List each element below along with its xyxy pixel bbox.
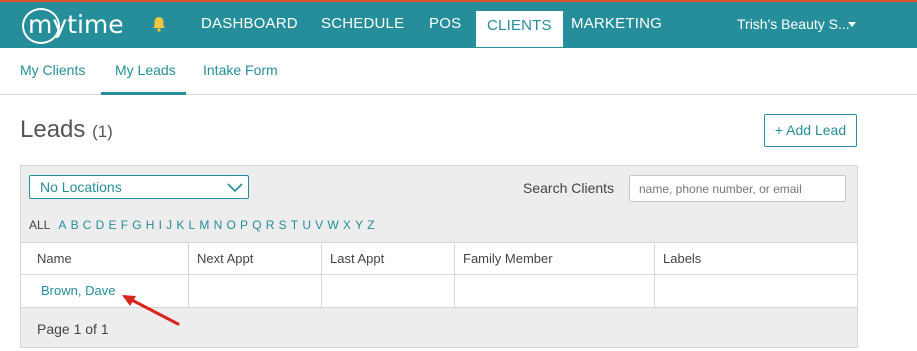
- alpha-letter[interactable]: P: [240, 218, 248, 232]
- nav-marketing[interactable]: MARKETING: [571, 2, 662, 48]
- location-select[interactable]: No Locations: [29, 175, 249, 199]
- alpha-letter[interactable]: Y: [355, 218, 363, 232]
- alpha-letter[interactable]: T: [291, 218, 298, 232]
- chevron-down-icon: [227, 183, 243, 193]
- alpha-letter[interactable]: U: [302, 218, 311, 232]
- alpha-letter[interactable]: J: [166, 218, 172, 232]
- column-header-name[interactable]: Name: [21, 243, 189, 274]
- page-title-text: Leads: [20, 116, 86, 143]
- caret-down-icon[interactable]: [848, 22, 856, 27]
- bell-icon[interactable]: [150, 15, 168, 33]
- alpha-letter[interactable]: O: [226, 218, 235, 232]
- alpha-all[interactable]: ALL: [29, 218, 50, 232]
- alpha-letter[interactable]: I: [159, 218, 162, 232]
- alpha-letter[interactable]: L: [189, 218, 196, 232]
- tab-my-leads[interactable]: My Leads: [115, 62, 176, 78]
- page-title: Leads (1): [20, 116, 113, 144]
- column-header-next-appt[interactable]: Next Appt: [189, 243, 322, 274]
- alpha-letter[interactable]: Q: [252, 218, 261, 232]
- active-tab-indicator: [101, 92, 186, 95]
- alpha-letter[interactable]: K: [176, 218, 184, 232]
- sub-navbar: My Clients My Leads Intake Form: [0, 48, 917, 95]
- alpha-letter[interactable]: D: [96, 218, 105, 232]
- nav-schedule[interactable]: SCHEDULE: [321, 2, 404, 48]
- table-header: Name Next Appt Last Appt Family Member L…: [21, 242, 857, 275]
- column-header-labels[interactable]: Labels: [655, 243, 857, 274]
- mytime-logo[interactable]: mytime: [22, 8, 124, 44]
- alpha-letter[interactable]: M: [199, 218, 209, 232]
- alpha-letter[interactable]: R: [266, 218, 275, 232]
- nav-clients[interactable]: CLIENTS: [476, 11, 563, 47]
- tab-my-clients[interactable]: My Clients: [20, 62, 85, 78]
- alpha-letter[interactable]: C: [83, 218, 92, 232]
- last-appt-cell: [322, 275, 455, 307]
- alphabet-filter: ALL A B C D E F G H I J K L M N O P Q R …: [29, 218, 379, 232]
- alpha-letter[interactable]: G: [132, 218, 141, 232]
- alpha-letter[interactable]: W: [327, 218, 338, 232]
- location-select-value: No Locations: [40, 179, 122, 195]
- alpha-letter[interactable]: Z: [367, 218, 374, 232]
- leads-count: (1): [92, 122, 113, 141]
- next-appt-cell: [189, 275, 322, 307]
- search-clients-label: Search Clients: [523, 180, 615, 196]
- alpha-letter[interactable]: X: [343, 218, 351, 232]
- top-navbar: mytime DASHBOARD SCHEDULE POS CLIENTS MA…: [0, 0, 917, 48]
- alpha-letter[interactable]: F: [121, 218, 128, 232]
- alpha-letter[interactable]: S: [279, 218, 287, 232]
- column-header-last-appt[interactable]: Last Appt: [322, 243, 455, 274]
- add-lead-button[interactable]: + Add Lead: [764, 114, 857, 147]
- alpha-letter[interactable]: A: [58, 218, 66, 232]
- nav-dashboard[interactable]: DASHBOARD: [201, 2, 298, 48]
- alpha-letter[interactable]: E: [108, 218, 116, 232]
- pagination-text: Page 1 of 1: [37, 321, 109, 337]
- nav-pos[interactable]: POS: [429, 2, 461, 48]
- account-menu[interactable]: Trish's Beauty S...: [737, 2, 850, 48]
- alpha-letter[interactable]: N: [214, 218, 223, 232]
- alpha-letter[interactable]: H: [146, 218, 155, 232]
- family-member-cell: [455, 275, 655, 307]
- alpha-letter[interactable]: B: [71, 218, 79, 232]
- labels-cell: [655, 275, 857, 307]
- annotation-arrow-icon: [122, 295, 180, 326]
- tab-intake-form[interactable]: Intake Form: [203, 62, 278, 78]
- logo-text: mytime: [28, 10, 124, 39]
- alpha-letter[interactable]: V: [315, 218, 323, 232]
- column-header-family-member[interactable]: Family Member: [455, 243, 655, 274]
- search-clients-input[interactable]: [629, 175, 846, 202]
